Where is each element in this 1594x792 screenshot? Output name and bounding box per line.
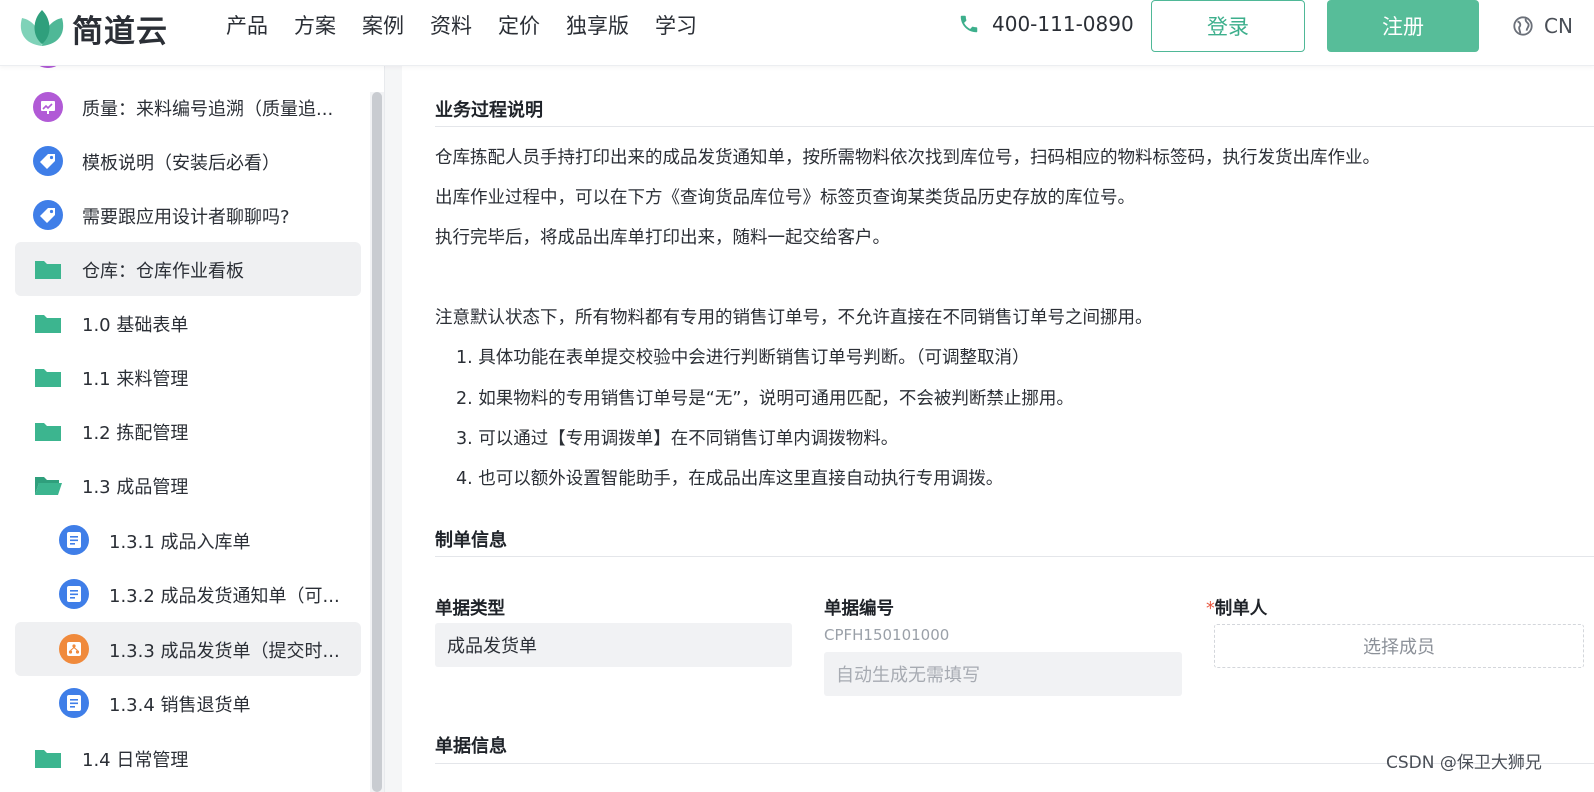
login-button[interactable]: 登录 — [1151, 0, 1305, 52]
required-mark: * — [1206, 599, 1215, 619]
language-label: CN — [1544, 14, 1573, 38]
csdn-watermark: CSDN @保卫大狮兄 — [1386, 753, 1542, 773]
language-switch[interactable]: CN — [1512, 14, 1573, 38]
section-title-maker-info: 制单信息 — [435, 530, 507, 551]
doc-number-field[interactable]: 自动生成无需填写 — [824, 652, 1182, 696]
flow-icon — [59, 634, 89, 664]
phone-contact[interactable]: 400-111-0890 — [958, 12, 1134, 36]
sidebar-item-label: 1.4 日常管理 — [82, 750, 189, 771]
sidebar: 质量：来料编号追溯（质量追... 模板说明（安装后必看） 需要跟应用设计者聊聊吗… — [0, 66, 384, 792]
sidebar-item-chat-designer[interactable]: 需要跟应用设计者聊聊吗? — [15, 188, 361, 242]
folder-open-icon — [35, 477, 62, 495]
sidebar-item-picking[interactable]: 1.2 拣配管理 — [15, 404, 361, 458]
sidebar-item-shipping-notice[interactable]: 1.3.2 成品发货通知单（可... — [15, 567, 361, 621]
section-divider — [435, 556, 1594, 557]
doc-type-field[interactable]: 成品发货单 — [435, 623, 792, 667]
description-line: 执行完毕后，将成品出库单打印出来，随料一起交给客户。 — [435, 228, 890, 248]
folder-icon — [35, 750, 61, 768]
sidebar-item-template-guide[interactable]: 模板说明（安装后必看） — [15, 134, 361, 188]
phone-icon — [960, 15, 978, 33]
sidebar-item-label: 1.3.3 成品发货单（提交时... — [109, 641, 340, 662]
sidebar-item-inbound-order[interactable]: 1.3.1 成品入库单 — [15, 513, 361, 567]
select-member-button[interactable]: 选择成员 — [1214, 624, 1584, 668]
nav-item-dedicated[interactable]: 独享版 — [566, 12, 629, 40]
note-list-item: 1. 具体功能在表单提交校验中会进行判断销售订单号判断。（可调整取消） — [456, 348, 1030, 368]
sidebar-item-label: 1.1 来料管理 — [82, 369, 189, 390]
folder-icon — [35, 423, 61, 441]
sidebar-item-label: 需要跟应用设计者聊聊吗? — [82, 207, 290, 228]
globe-icon — [1513, 16, 1533, 36]
description-line: 出库作业过程中，可以在下方《查询货品库位号》标签页查询某类货品历史存放的库位号。 — [435, 188, 1135, 208]
note-list-item: 3. 可以通过【专用调拨单】在不同销售订单内调拨物料。 — [456, 429, 899, 449]
sidebar-item-daily[interactable]: 1.4 日常管理 — [15, 731, 361, 785]
section-title-process: 业务过程说明 — [435, 100, 543, 121]
note-list-item: 2. 如果物料的专用销售订单号是“无”，说明可通用匹配，不会被判断禁止挪用。 — [456, 389, 1074, 409]
form-icon — [59, 688, 89, 718]
logo-leaf-icon — [20, 10, 64, 46]
maker-label-text: 制单人 — [1214, 599, 1268, 619]
nav-item-resources[interactable]: 资料 — [430, 12, 472, 40]
sidebar-item-label: 1.0 基础表单 — [82, 315, 189, 336]
sidebar-item-label: 1.3.4 销售退货单 — [109, 695, 251, 716]
sidebar-item-label: 模板说明（安装后必看） — [82, 153, 280, 174]
logo-text: 简道云 — [72, 13, 168, 50]
nav-item-learn[interactable]: 学习 — [655, 12, 697, 40]
chart-icon — [33, 92, 63, 122]
folder-icon — [35, 369, 61, 387]
logo[interactable]: 简道云 — [18, 6, 168, 50]
sidebar-item-label: 1.2 拣配管理 — [82, 423, 189, 444]
partial-item-icon — [33, 66, 63, 68]
sidebar-item-incoming[interactable]: 1.1 来料管理 — [15, 350, 361, 404]
folder-icon — [35, 315, 61, 333]
folder-icon — [35, 261, 61, 279]
register-button[interactable]: 注册 — [1327, 0, 1479, 52]
sidebar-scrollbar[interactable] — [372, 92, 382, 792]
sidebar-item-finished-goods[interactable]: 1.3 成品管理 — [15, 458, 361, 512]
maker-label: *制单人 — [1206, 595, 1267, 620]
sidebar-item-label: 1.3.2 成品发货通知单（可... — [109, 586, 340, 607]
phone-number: 400-111-0890 — [992, 12, 1134, 36]
sidebar-item-quality-trace[interactable]: 质量：来料编号追溯（质量追... — [15, 80, 361, 134]
form-content: 业务过程说明 仓库拣配人员手持打印出来的成品发货通知单，按所需物料依次找到库位号… — [402, 66, 1594, 792]
form-icon — [59, 525, 89, 555]
sidebar-item-basic-forms[interactable]: 1.0 基础表单 — [15, 296, 361, 350]
sidebar-item-warehouse-board[interactable]: 仓库：仓库作业看板 — [15, 242, 361, 296]
panel-divider — [384, 66, 402, 792]
sidebar-item-shipping-order[interactable]: 1.3.3 成品发货单（提交时... — [15, 622, 361, 676]
nav-item-product[interactable]: 产品 — [226, 12, 268, 40]
sidebar-item-label: 仓库：仓库作业看板 — [82, 261, 244, 282]
doc-number-hint: CPFH150101000 — [824, 626, 950, 644]
form-icon — [59, 579, 89, 609]
sidebar-item-label: 1.3 成品管理 — [82, 477, 189, 498]
doc-type-label: 单据类型 — [435, 599, 505, 619]
nav-item-pricing[interactable]: 定价 — [498, 12, 540, 40]
description-line: 仓库拣配人员手持打印出来的成品发货通知单，按所需物料依次找到库位号，扫码相应的物… — [435, 148, 1380, 168]
sidebar-item-sales-return[interactable]: 1.3.4 销售退货单 — [15, 676, 361, 730]
nav-item-solution[interactable]: 方案 — [294, 12, 336, 40]
top-header: 简道云 产品 方案 案例 资料 定价 独享版 学习 400-111-0890 登… — [0, 0, 1594, 66]
note-line: 注意默认状态下，所有物料都有专用的销售订单号，不允许直接在不同销售订单号之间挪用… — [435, 308, 1153, 328]
section-divider — [435, 126, 1594, 127]
sidebar-item-label: 质量：来料编号追溯（质量追... — [82, 99, 334, 120]
section-title-doc-info: 单据信息 — [435, 736, 507, 757]
nav-item-cases[interactable]: 案例 — [362, 12, 404, 40]
note-list-item: 4. 也可以额外设置智能助手，在成品出库这里直接自动执行专用调拨。 — [456, 469, 1004, 489]
main-nav: 产品 方案 案例 资料 定价 独享版 学习 — [226, 12, 723, 40]
sidebar-item-label: 1.3.1 成品入库单 — [109, 532, 251, 553]
doc-number-label: 单据编号 — [824, 599, 894, 619]
tag-icon — [33, 146, 63, 176]
tag-icon — [33, 200, 63, 230]
